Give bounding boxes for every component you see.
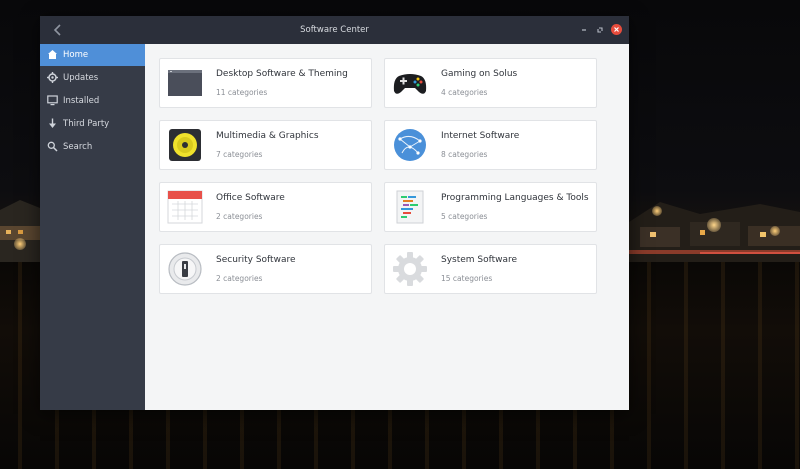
category-subtitle: 5 categories <box>441 212 488 221</box>
category-card-multimedia[interactable]: Multimedia & Graphics 7 categories <box>159 120 372 170</box>
category-card-security[interactable]: Security Software 2 categories <box>159 244 372 294</box>
sidebar-item-third-party[interactable]: Third Party <box>40 113 145 135</box>
sidebar-item-search[interactable]: Search <box>40 136 145 158</box>
category-grid: Desktop Software & Theming 11 categories… <box>145 44 629 410</box>
minimize-icon <box>582 29 586 31</box>
calendar-icon <box>167 190 203 224</box>
chevron-left-icon <box>53 24 61 36</box>
category-subtitle: 8 categories <box>441 150 488 159</box>
street-light <box>770 226 780 236</box>
category-card-desktop[interactable]: Desktop Software & Theming 11 categories <box>159 58 372 108</box>
street-light <box>652 206 662 216</box>
titlebar: Software Center <box>40 16 629 44</box>
category-card-system[interactable]: System Software 15 categories <box>384 244 597 294</box>
category-subtitle: 7 categories <box>216 150 263 159</box>
sidebar: Home Updates Installed Third Party Searc… <box>40 44 145 410</box>
sidebar-item-home[interactable]: Home <box>40 44 145 66</box>
code-document-icon <box>396 190 424 224</box>
sidebar-item-label: Updates <box>63 73 99 83</box>
category-subtitle: 2 categories <box>216 212 263 221</box>
desktop-window-icon <box>168 70 202 96</box>
category-title: Security Software <box>216 255 296 265</box>
category-subtitle: 15 categories <box>441 274 493 283</box>
home-icon <box>48 50 57 59</box>
sidebar-item-label: Home <box>63 50 89 60</box>
category-card-internet[interactable]: Internet Software 8 categories <box>384 120 597 170</box>
sidebar-item-updates[interactable]: Updates <box>40 67 145 89</box>
street-light <box>707 218 721 232</box>
category-card-programming[interactable]: Programming Languages & Tools 5 categori… <box>384 182 597 232</box>
software-center-window: Software Center Home Updates Installed T… <box>40 16 629 410</box>
category-subtitle: 4 categories <box>441 88 488 97</box>
search-icon <box>47 141 58 152</box>
speaker-icon <box>169 129 201 161</box>
category-card-office[interactable]: Office Software 2 categories <box>159 182 372 232</box>
download-arrow-icon <box>49 118 56 128</box>
category-card-gaming[interactable]: Gaming on Solus 4 categories <box>384 58 597 108</box>
maximize-icon <box>597 27 603 33</box>
close-icon <box>614 27 619 32</box>
close-button[interactable] <box>611 24 622 35</box>
category-title: Internet Software <box>441 131 520 141</box>
back-button[interactable] <box>50 22 66 38</box>
category-title: Gaming on Solus <box>441 69 518 79</box>
gamepad-icon <box>393 74 427 94</box>
category-title: Multimedia & Graphics <box>216 131 319 141</box>
window-title: Software Center <box>300 25 369 35</box>
sidebar-item-label: Third Party <box>63 119 110 129</box>
globe-icon <box>394 129 426 161</box>
minimize-button[interactable] <box>578 24 590 36</box>
street-light <box>14 238 26 250</box>
sidebar-item-label: Installed <box>63 96 100 106</box>
category-title: Desktop Software & Theming <box>216 69 348 79</box>
lock-icon <box>168 252 202 286</box>
updates-icon <box>47 72 58 83</box>
category-title: Programming Languages & Tools <box>441 193 589 203</box>
category-title: Office Software <box>216 193 285 203</box>
gear-icon <box>393 252 427 286</box>
sidebar-item-label: Search <box>63 142 93 152</box>
maximize-button[interactable] <box>594 24 606 36</box>
category-title: System Software <box>441 255 518 265</box>
monitor-icon <box>47 95 58 106</box>
category-subtitle: 11 categories <box>216 88 268 97</box>
sidebar-item-installed[interactable]: Installed <box>40 90 145 112</box>
category-subtitle: 2 categories <box>216 274 263 283</box>
